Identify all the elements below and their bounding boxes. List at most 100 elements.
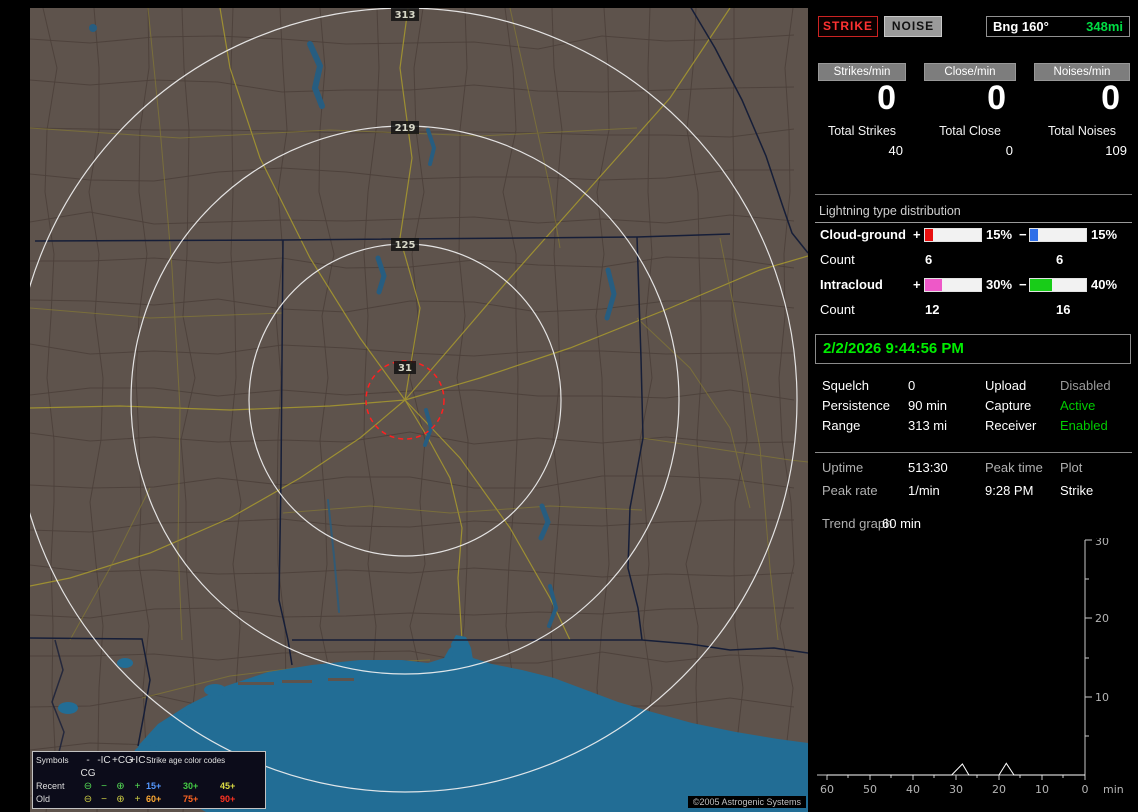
xtick-20: 20: [992, 783, 1006, 796]
status-row-uptime: Uptime 513:30 Peak time Plot: [815, 458, 1132, 481]
range-value: 313 mi: [908, 418, 948, 433]
uptime-value: 513:30: [908, 460, 948, 475]
intracloud-row: Intracloud + 30% − 40%: [815, 273, 1132, 297]
trend-graph: 30 20 10 60 50 40 30 20 10 0 min: [817, 538, 1124, 796]
uptime-label: Uptime: [822, 460, 864, 475]
settings-row-squelch: Squelch 0 Upload Disabled: [815, 376, 1132, 396]
total-close-label: Total Close: [939, 123, 1001, 138]
settings-row-range: Range 313 mi Receiver Enabled: [815, 416, 1132, 436]
ic-plus-bar: [924, 278, 982, 292]
ic-minus-count: 16: [1056, 302, 1071, 317]
persistence-label: Persistence: [822, 398, 890, 413]
cg-minus-pct: 15%: [1091, 227, 1118, 242]
settings-row-persistence: Persistence 90 min Capture Active: [815, 396, 1132, 416]
strike-rate-series: [827, 762, 1085, 776]
noise-button[interactable]: NOISE: [884, 16, 942, 37]
ring-label-219: 219: [395, 123, 416, 134]
ring-label-313: 313: [395, 10, 416, 21]
map-legend: Symbols -CG -IC +CG +IC Strike age color…: [32, 751, 266, 809]
cloud-ground-count-row: Count 6 6: [815, 247, 1132, 273]
cg-plus-bar: [924, 228, 982, 242]
trend-graph-window: 60 min: [882, 516, 922, 531]
legend-age-header: Strike age color codes: [146, 756, 226, 765]
old-pcg-icon: ⊕: [116, 794, 125, 805]
recent-ncg-icon: ⊖: [83, 781, 93, 792]
legend-row-old-label: Old: [36, 794, 51, 804]
status-grid: Uptime 513:30 Peak time Plot Peak rate 1…: [815, 458, 1132, 504]
legend-col-nic: -IC: [97, 755, 111, 766]
ic-minus-pct: 40%: [1091, 277, 1118, 292]
plot-label: Plot: [1060, 460, 1083, 475]
age-45: 45+: [220, 781, 236, 791]
x-unit-label: min: [1103, 783, 1124, 796]
bearing-readout: Bng 160° 348mi: [986, 16, 1130, 37]
cg-minus-count: 6: [1056, 252, 1064, 267]
squelch-value: 0: [908, 378, 916, 393]
cloud-ground-row: Cloud-ground + 15% − 15%: [815, 223, 1132, 247]
radar-map[interactable]: 313 219 125 31 Symbols -CG -IC +CG +IC S…: [30, 8, 808, 812]
minus-sign: −: [1019, 277, 1027, 292]
old-nic-icon: −: [101, 794, 107, 805]
bearing-value: 348mi: [1086, 19, 1123, 34]
recent-pcg-icon: ⊕: [116, 781, 125, 792]
ic-plus-count: 12: [925, 302, 940, 317]
total-noises-value: 109: [1105, 142, 1127, 158]
distribution-title: Lightning type distribution: [819, 204, 961, 218]
strikes-per-min-value: 0: [877, 79, 896, 117]
divider: [815, 452, 1132, 453]
status-panel: STRIKE NOISE Bng 160° 348mi Strikes/min …: [815, 8, 1132, 808]
peak-rate-label: Peak rate: [822, 483, 878, 498]
recent-nic-icon: −: [101, 781, 107, 792]
upload-label: Upload: [985, 378, 1027, 393]
trend-graph-row: Trend graph 60 min: [815, 514, 1132, 534]
divider: [815, 194, 1132, 195]
receiver-status: Enabled: [1060, 418, 1108, 433]
range-label: Range: [822, 418, 861, 433]
persistence-value: 90 min: [908, 398, 948, 413]
close-column: Close/min 0 Total Close 0: [924, 63, 1016, 158]
legend-col-ncg: -CG: [80, 755, 96, 779]
ic-plus-pct: 30%: [986, 277, 1013, 292]
total-strikes-label: Total Strikes: [827, 123, 897, 138]
strike-button[interactable]: STRIKE: [818, 16, 878, 37]
noises-per-min-value: 0: [1101, 79, 1120, 117]
xtick-30: 30: [949, 783, 963, 796]
xtick-0: 0: [1082, 783, 1089, 796]
xtick-10: 10: [1035, 783, 1049, 796]
peak-rate-value: 1/min: [908, 483, 940, 498]
legend-symbols-header: Symbols: [36, 755, 69, 765]
ytick-30: 30: [1095, 538, 1109, 548]
ring-label-125: 125: [395, 240, 416, 251]
status-row-peak-rate: Peak rate 1/min 9:28 PM Strike: [815, 481, 1132, 504]
plus-sign: +: [913, 227, 921, 242]
lightning-distribution: Lightning type distribution Cloud-ground…: [815, 204, 1132, 323]
total-noises-label: Total Noises: [1047, 123, 1117, 138]
peak-time-value: 9:28 PM: [985, 483, 1034, 498]
cloud-ground-label: Cloud-ground: [820, 227, 906, 242]
rate-columns: Strikes/min 0 Total Strikes 40 Close/min…: [818, 63, 1130, 158]
age-75: 75+: [183, 794, 199, 804]
bearing-label: Bng 160°: [993, 19, 1049, 34]
legend-col-pic: +IC: [129, 755, 146, 766]
age-15: 15+: [146, 781, 162, 791]
noises-column: Noises/min 0 Total Noises 109: [1034, 63, 1130, 158]
legend-col-pcg: +CG: [112, 755, 133, 766]
count-label: Count: [820, 252, 855, 267]
close-per-min-value: 0: [987, 79, 1006, 117]
ytick-20: 20: [1095, 612, 1109, 625]
total-close-value: 0: [1005, 142, 1013, 158]
capture-status: Active: [1060, 398, 1096, 413]
cg-plus-count: 6: [925, 252, 933, 267]
datetime-display: 2/2/2026 9:44:56 PM: [815, 334, 1131, 364]
squelch-label: Squelch: [822, 378, 869, 393]
receiver-label: Receiver: [985, 418, 1037, 433]
intracloud-label: Intracloud: [820, 277, 883, 292]
ic-minus-bar: [1029, 278, 1087, 292]
age-60: 60+: [146, 794, 162, 804]
cg-plus-pct: 15%: [986, 227, 1013, 242]
legend-row-recent-label: Recent: [36, 781, 65, 791]
capture-label: Capture: [985, 398, 1032, 413]
ytick-10: 10: [1095, 691, 1109, 704]
recent-pic-icon: +: [134, 781, 141, 792]
cg-minus-bar: [1029, 228, 1087, 242]
